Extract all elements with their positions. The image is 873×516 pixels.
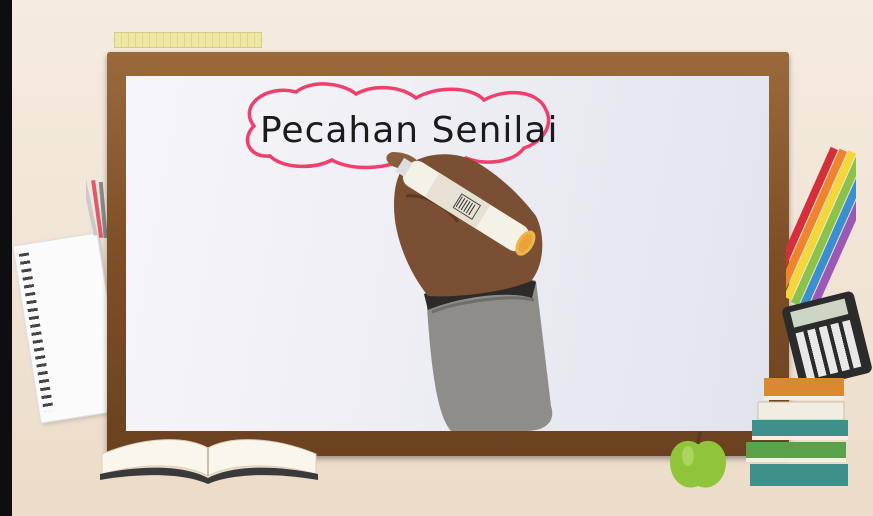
video-scene: Pecahan Senilai	[0, 0, 873, 516]
handwritten-title: Pecahan Senilai	[260, 110, 558, 151]
left-border	[0, 0, 12, 516]
calculator-keys	[795, 319, 862, 381]
video-content[interactable]: Pecahan Senilai	[126, 76, 769, 431]
green-apple-decoration	[670, 431, 726, 488]
ruler-decoration	[114, 32, 262, 48]
open-book-decoration	[100, 439, 318, 484]
notebook-spiral	[18, 252, 54, 412]
book-stack-decoration	[746, 378, 848, 486]
calculator-decoration	[780, 290, 873, 390]
pencils-left-decoration	[86, 178, 108, 238]
whiteboard-drawing: Pecahan Senilai	[245, 82, 558, 431]
